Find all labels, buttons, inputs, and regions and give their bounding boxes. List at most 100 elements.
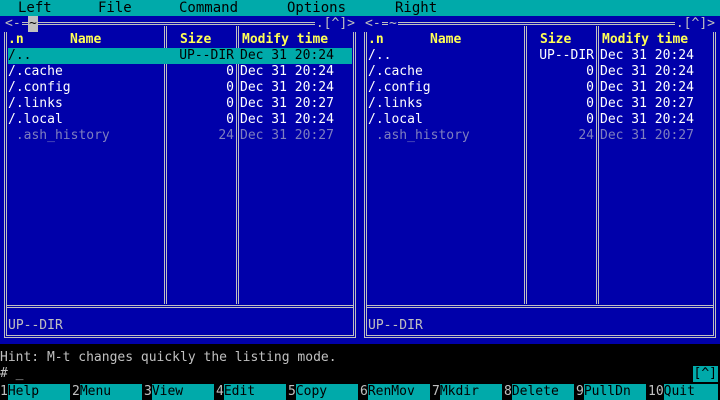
status-divider xyxy=(366,305,714,308)
column-header-n[interactable]: .n xyxy=(8,32,24,48)
f2-menu-button[interactable]: 2Menu xyxy=(72,384,142,400)
fkey-label: Quit xyxy=(663,384,718,400)
fkey-number: 7 xyxy=(432,384,440,399)
file-size: 0 xyxy=(226,96,234,111)
column-header-time[interactable]: Modify time xyxy=(602,32,688,48)
file-name: .ash_history xyxy=(8,128,110,143)
file-name: /.config xyxy=(368,80,431,95)
f7-mkdir-button[interactable]: 7Mkdir xyxy=(432,384,502,400)
file-size: 24 xyxy=(218,128,234,143)
file-size: 0 xyxy=(586,96,594,111)
fkey-label: PullDn xyxy=(583,384,646,400)
fkey-label: Menu xyxy=(79,384,142,400)
file-time: Dec 31 20:27 xyxy=(600,96,694,111)
f5-copy-button[interactable]: 5Copy xyxy=(288,384,358,400)
file-name: /.config xyxy=(8,80,71,95)
file-row[interactable]: .ash_history 24 Dec 31 20:27 xyxy=(368,128,712,144)
panel-history-left-button[interactable]: <- xyxy=(4,16,22,32)
file-row[interactable]: /.cache 0 Dec 31 20:24 xyxy=(8,64,352,80)
fkey-label: Copy xyxy=(295,384,358,400)
file-row[interactable]: /.. UP--DIR Dec 31 20:24 xyxy=(368,48,712,64)
file-time: Dec 31 20:24 xyxy=(600,80,694,95)
left-panel[interactable]: <- ~ .[^]> .n Name Size Modify time /.. … xyxy=(0,16,360,344)
right-panel[interactable]: <- ~ .[^]> .n Name Size Modify time /.. … xyxy=(360,16,720,344)
file-time: Dec 31 20:27 xyxy=(240,128,334,143)
menu-bar: Left File Command Options Right xyxy=(0,0,720,16)
file-size: 24 xyxy=(578,128,594,143)
f10-quit-button[interactable]: 10Quit xyxy=(648,384,718,400)
file-time: Dec 31 20:27 xyxy=(240,96,334,111)
command-input[interactable]: # _ xyxy=(0,366,720,382)
status-divider xyxy=(6,305,354,308)
file-size: 0 xyxy=(226,64,234,79)
fkey-number: 8 xyxy=(504,384,512,399)
file-time: Dec 31 20:24 xyxy=(600,48,694,63)
file-name: /.. xyxy=(368,48,392,63)
column-header-name[interactable]: Name xyxy=(70,32,101,48)
fkey-number: 4 xyxy=(216,384,224,399)
fkey-number: 6 xyxy=(360,384,368,399)
fkey-number: 2 xyxy=(72,384,80,399)
file-name: /.links xyxy=(8,96,63,111)
menu-file[interactable]: File xyxy=(98,0,132,16)
file-time: Dec 31 20:24 xyxy=(600,112,694,127)
fkey-label: Edit xyxy=(223,384,286,400)
panel-status: UP--DIR xyxy=(8,318,63,333)
fkey-number: 5 xyxy=(288,384,296,399)
file-time: Dec 31 20:27 xyxy=(600,128,694,143)
fkey-label: Delete xyxy=(511,384,574,400)
file-row[interactable]: /.. UP--DIR Dec 31 20:24 xyxy=(8,48,352,64)
menu-left[interactable]: Left xyxy=(18,0,52,16)
file-name: /.local xyxy=(8,112,63,127)
file-row[interactable]: /.config 0 Dec 31 20:24 xyxy=(368,80,712,96)
f6-renmov-button[interactable]: 6RenMov xyxy=(360,384,430,400)
hint-line: Hint: M-t changes quickly the listing mo… xyxy=(0,350,720,366)
file-name: .ash_history xyxy=(368,128,470,143)
menu-right[interactable]: Right xyxy=(395,0,437,16)
file-size: 0 xyxy=(226,80,234,95)
file-row[interactable]: /.config 0 Dec 31 20:24 xyxy=(8,80,352,96)
panel-history-menu-button[interactable]: .[^]> xyxy=(674,16,716,32)
f4-edit-button[interactable]: 4Edit xyxy=(216,384,286,400)
panel-status: UP--DIR xyxy=(368,318,423,333)
menu-command[interactable]: Command xyxy=(179,0,238,16)
file-name: /.. xyxy=(8,48,32,63)
file-row[interactable]: .ash_history 24 Dec 31 20:27 xyxy=(8,128,352,144)
column-header-time[interactable]: Modify time xyxy=(242,32,328,48)
file-time: Dec 31 20:24 xyxy=(240,64,334,79)
fkey-label: Help xyxy=(7,384,70,400)
fkey-number: 10 xyxy=(648,384,664,399)
file-size: UP--DIR xyxy=(179,48,234,63)
fkey-label: View xyxy=(151,384,214,400)
column-header-size[interactable]: Size xyxy=(540,32,571,48)
f9-pulldn-button[interactable]: 9PullDn xyxy=(576,384,646,400)
file-time: Dec 31 20:24 xyxy=(240,112,334,127)
file-row[interactable]: /.local 0 Dec 31 20:24 xyxy=(368,112,712,128)
command-history-button[interactable]: [^] xyxy=(692,366,718,382)
fkey-label: RenMov xyxy=(367,384,430,400)
f1-help-button[interactable]: 1Help xyxy=(0,384,70,400)
panel-history-left-button[interactable]: <- xyxy=(364,16,382,32)
column-header-name[interactable]: Name xyxy=(430,32,461,48)
file-name: /.local xyxy=(368,112,423,127)
file-row[interactable]: /.links 0 Dec 31 20:27 xyxy=(8,96,352,112)
file-size: 0 xyxy=(586,112,594,127)
file-row[interactable]: /.local 0 Dec 31 20:24 xyxy=(8,112,352,128)
f3-view-button[interactable]: 3View xyxy=(144,384,214,400)
fkey-number: 3 xyxy=(144,384,152,399)
file-time: Dec 31 20:24 xyxy=(240,80,334,95)
menu-options[interactable]: Options xyxy=(287,0,346,16)
f8-delete-button[interactable]: 8Delete xyxy=(504,384,574,400)
file-size: 0 xyxy=(586,64,594,79)
file-time: Dec 31 20:24 xyxy=(600,64,694,79)
column-header-n[interactable]: .n xyxy=(368,32,384,48)
column-header-size[interactable]: Size xyxy=(180,32,211,48)
file-row[interactable]: /.links 0 Dec 31 20:27 xyxy=(368,96,712,112)
panel-path-label: ~ xyxy=(28,16,38,32)
file-name: /.cache xyxy=(368,64,423,79)
file-row[interactable]: /.cache 0 Dec 31 20:24 xyxy=(368,64,712,80)
fkey-number: 1 xyxy=(0,384,8,399)
file-name: /.links xyxy=(368,96,423,111)
file-time: Dec 31 20:24 xyxy=(240,48,334,63)
panel-history-menu-button[interactable]: .[^]> xyxy=(314,16,356,32)
